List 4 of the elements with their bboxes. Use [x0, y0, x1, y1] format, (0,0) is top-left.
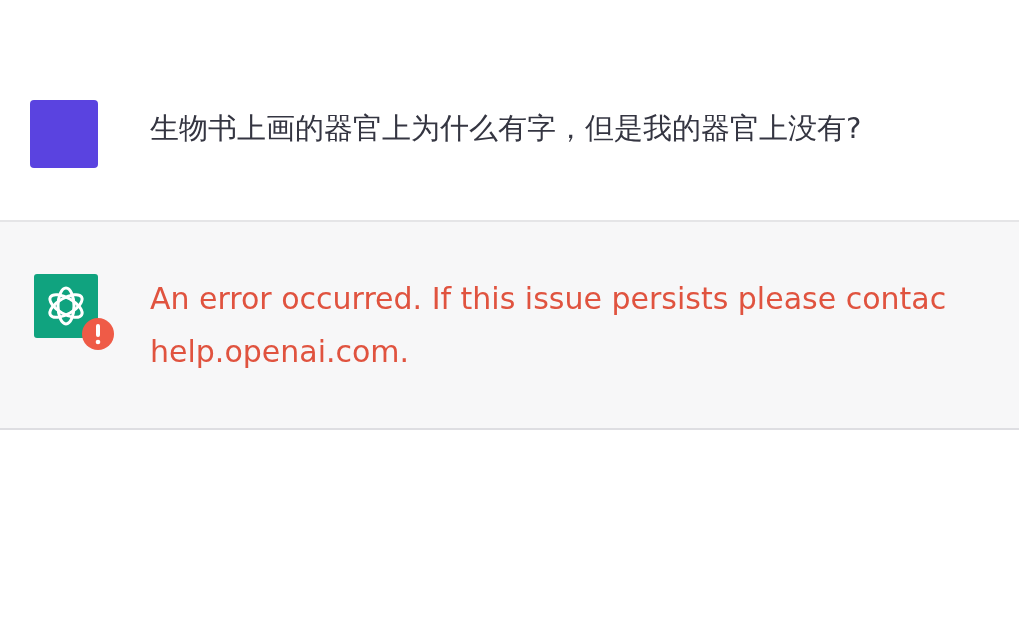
user-message-text: 生物书上画的器官上为什么有字，但是我的器官上没有?: [150, 110, 862, 147]
user-avatar: [30, 100, 98, 168]
error-message-line: help.openai.com.: [150, 333, 411, 371]
error-message-line: An error occurred. If this issue persists please contac: [150, 280, 947, 318]
